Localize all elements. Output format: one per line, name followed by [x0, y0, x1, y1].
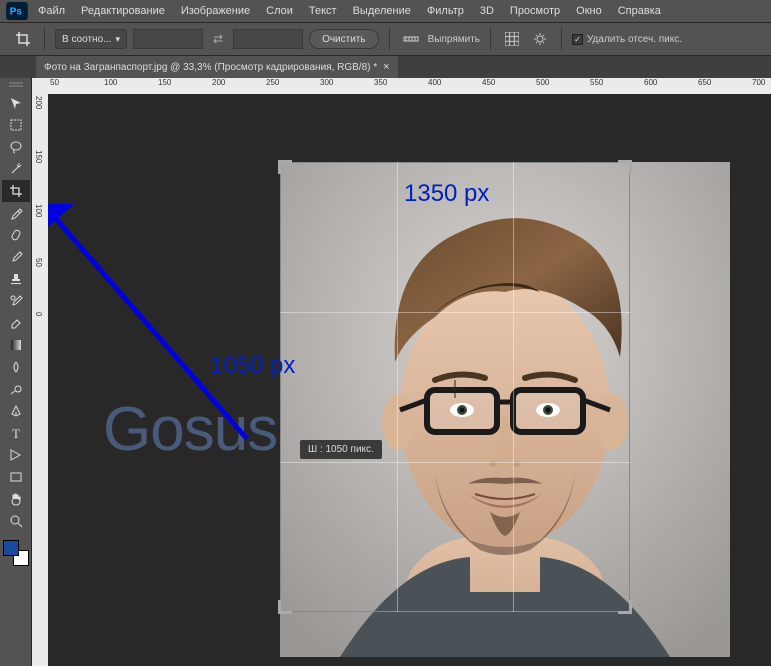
crop-handle[interactable]	[278, 600, 292, 614]
menu-edit[interactable]: Редактирование	[73, 5, 173, 17]
ruler-horizontal: 5010015020025030035040045050055060065070…	[32, 78, 771, 94]
straighten-icon[interactable]	[400, 28, 422, 50]
crop-info-tooltip: Ш : 1050 пикс.	[300, 440, 382, 459]
separator	[561, 28, 562, 50]
straighten-label: Выпрямить	[428, 34, 480, 45]
separator	[389, 28, 390, 50]
crop-height-label: 1050 px	[210, 352, 295, 380]
gear-icon[interactable]	[529, 28, 551, 50]
crop-handle[interactable]	[618, 160, 632, 174]
blur-tool-icon[interactable]	[2, 356, 30, 378]
menu-view[interactable]: Просмотр	[502, 5, 568, 17]
menu-bar: Ps Файл Редактирование Изображение Слои …	[0, 0, 771, 22]
crop-handle[interactable]	[618, 600, 632, 614]
brush-tool-icon[interactable]	[2, 246, 30, 268]
crop-tool-icon[interactable]	[2, 180, 30, 202]
separator	[44, 28, 45, 50]
document-tab-title: Фото на Загранпаспорт.jpg @ 33,3% (Просм…	[44, 62, 377, 73]
document-tab-bar: Фото на Загранпаспорт.jpg @ 33,3% (Просм…	[0, 56, 771, 78]
separator	[490, 28, 491, 50]
swap-icon[interactable]: ⇄	[209, 32, 227, 46]
toolbox: T	[0, 78, 32, 666]
menu-select[interactable]: Выделение	[345, 5, 419, 17]
menu-text[interactable]: Текст	[301, 5, 345, 17]
menu-3d[interactable]: 3D	[472, 5, 502, 17]
clear-button[interactable]: Очистить	[309, 29, 379, 49]
crop-box[interactable]: 1350 px 1050 px Ш : 1050 пикс.	[280, 162, 630, 612]
gradient-tool-icon[interactable]	[2, 334, 30, 356]
svg-text:Ps: Ps	[10, 7, 23, 18]
hand-tool-icon[interactable]	[2, 488, 30, 510]
crop-icon	[12, 28, 34, 50]
menu-help[interactable]: Справка	[610, 5, 669, 17]
document-tab[interactable]: Фото на Загранпаспорт.jpg @ 33,3% (Просм…	[36, 56, 398, 78]
zoom-tool-icon[interactable]	[2, 510, 30, 532]
crop-center-icon	[446, 380, 464, 398]
color-swatches[interactable]	[3, 540, 29, 566]
checkbox-icon: ✓	[572, 34, 583, 45]
canvas[interactable]: Gosuslugid ru	[48, 94, 771, 666]
eraser-tool-icon[interactable]	[2, 312, 30, 334]
toolbox-handle[interactable]	[3, 80, 29, 90]
grid-icon[interactable]	[501, 28, 523, 50]
crop-grid-line	[280, 462, 630, 463]
close-icon[interactable]: ×	[383, 61, 389, 73]
wand-tool-icon[interactable]	[2, 158, 30, 180]
width-input[interactable]	[133, 29, 203, 49]
menu-filter[interactable]: Фильтр	[419, 5, 472, 17]
menu-layers[interactable]: Слои	[258, 5, 301, 17]
svg-text:T: T	[12, 426, 20, 440]
delete-cropped-checkbox[interactable]: ✓ Удалить отсеч. пикс.	[572, 34, 682, 45]
ratio-dropdown[interactable]: В соотно...	[55, 29, 127, 49]
menu-image[interactable]: Изображение	[173, 5, 258, 17]
eyedropper-tool-icon[interactable]	[2, 202, 30, 224]
shape-tool-icon[interactable]	[2, 466, 30, 488]
options-bar: В соотно... ⇄ Очистить Выпрямить ✓ Удали…	[0, 22, 771, 56]
menu-file[interactable]: Файл	[30, 5, 73, 17]
marquee-tool-icon[interactable]	[2, 114, 30, 136]
crop-handle[interactable]	[278, 160, 292, 174]
pen-tool-icon[interactable]	[2, 400, 30, 422]
annotation-arrow	[48, 204, 292, 444]
app-logo: Ps	[4, 0, 30, 22]
path-tool-icon[interactable]	[2, 444, 30, 466]
crop-width-label: 1350 px	[404, 180, 489, 208]
history-brush-tool-icon[interactable]	[2, 290, 30, 312]
height-input[interactable]	[233, 29, 303, 49]
lasso-tool-icon[interactable]	[2, 136, 30, 158]
delete-cropped-label: Удалить отсеч. пикс.	[587, 34, 682, 45]
fg-color[interactable]	[3, 540, 19, 556]
type-tool-icon[interactable]: T	[2, 422, 30, 444]
crop-grid-line	[280, 312, 630, 313]
crop-grid-line	[513, 162, 514, 612]
ruler-vertical: 200150100500	[32, 94, 48, 666]
heal-tool-icon[interactable]	[2, 224, 30, 246]
menu-window[interactable]: Окно	[568, 5, 610, 17]
photo-document: 1350 px 1050 px Ш : 1050 пикс.	[280, 162, 730, 657]
crop-grid-line	[397, 162, 398, 612]
stamp-tool-icon[interactable]	[2, 268, 30, 290]
move-tool-icon[interactable]	[2, 92, 30, 114]
dodge-tool-icon[interactable]	[2, 378, 30, 400]
